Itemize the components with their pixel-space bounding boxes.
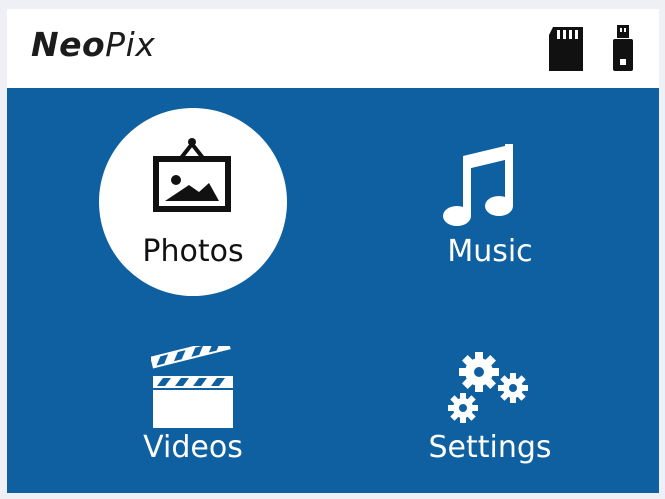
music-note-icon <box>443 144 513 226</box>
logo-bold-text: Neo <box>31 25 106 64</box>
gears-icon <box>448 352 528 423</box>
menu-label-settings: Settings <box>428 430 552 465</box>
menu-label-videos: Videos <box>143 430 243 465</box>
app-frame: NeoPix Photos Music Videos Settings <box>7 9 659 493</box>
logo-light-text: Pix <box>105 25 156 64</box>
neopix-logo: NeoPix <box>31 25 155 64</box>
menu-item-videos[interactable]: Videos <box>7 298 333 493</box>
photo-frame-icon <box>153 138 231 212</box>
top-bar: NeoPix <box>7 9 659 88</box>
sd-card-icon <box>549 27 583 71</box>
menu-item-settings[interactable]: Settings <box>333 298 659 493</box>
menu-label-photos: Photos <box>142 234 244 269</box>
usb-drive-icon <box>613 25 633 71</box>
clapperboard-icon <box>151 346 233 428</box>
main-menu: Photos Music Videos Settings <box>7 88 659 493</box>
menu-label-music: Music <box>447 234 533 269</box>
menu-item-photos[interactable]: Photos <box>7 88 333 298</box>
menu-item-music[interactable]: Music <box>333 88 659 298</box>
